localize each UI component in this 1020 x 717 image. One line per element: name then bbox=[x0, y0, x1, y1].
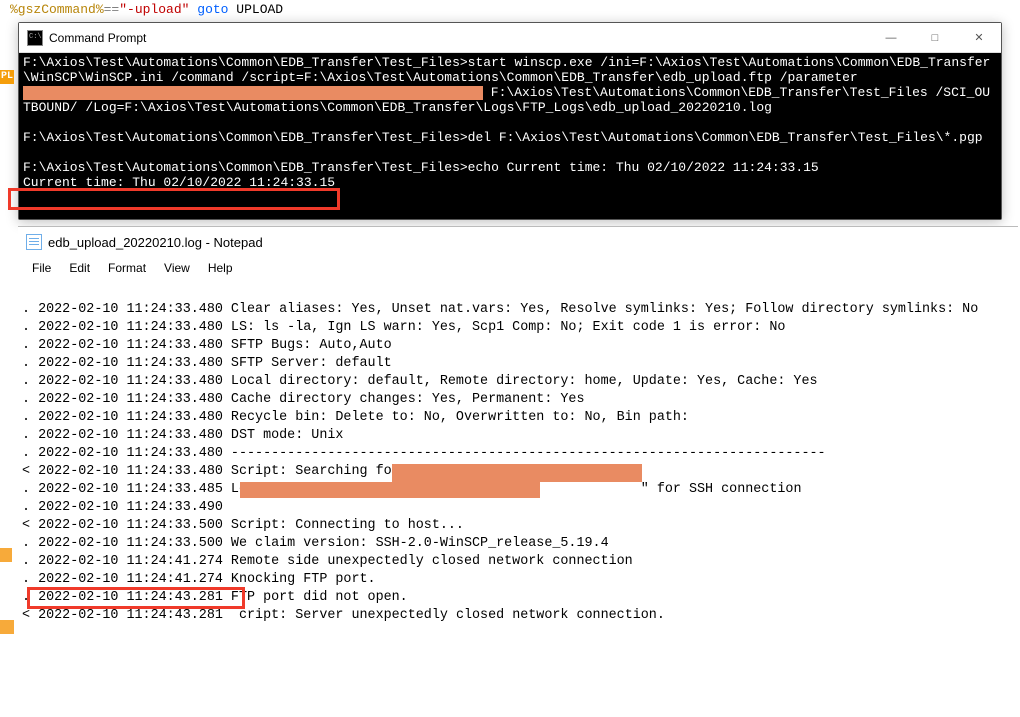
highlight-box-timestamp bbox=[27, 587, 245, 609]
redacted-host bbox=[392, 464, 642, 482]
log-line: . 2022-02-10 11:24:33.500 We claim versi… bbox=[22, 535, 1014, 553]
command-prompt-titlebar[interactable]: Command Prompt — □ ✕ bbox=[19, 23, 1001, 53]
log-line: . 2022-02-10 11:24:33.480 Recycle bin: D… bbox=[22, 409, 1014, 427]
cmd-line-1a: F:\Axios\Test\Automations\Common\EDB_Tra… bbox=[23, 55, 990, 85]
log-text: cript: Server unexpectedly closed networ… bbox=[239, 608, 665, 623]
cmd-line-2: F:\Axios\Test\Automations\Common\EDB_Tra… bbox=[23, 130, 983, 145]
menu-file[interactable]: File bbox=[24, 259, 59, 277]
command-prompt-window: Command Prompt — □ ✕ F:\Axios\Test\Autom… bbox=[18, 22, 1002, 220]
command-prompt-title: Command Prompt bbox=[49, 31, 869, 45]
menu-format[interactable]: Format bbox=[100, 259, 154, 277]
log-line: . 2022-02-10 11:24:41.274 Remote side un… bbox=[22, 553, 1014, 571]
log-line: . 2022-02-10 11:24:33.480 DST mode: Unix bbox=[22, 427, 1014, 445]
log-line: . 2022-02-10 11:24:33.480 --------------… bbox=[22, 445, 1014, 463]
line-marker-pl: PL bbox=[0, 70, 14, 84]
log-line: . 2022-02-10 11:24:33.490 bbox=[22, 499, 1014, 517]
maximize-button[interactable]: □ bbox=[913, 23, 957, 53]
notepad-titlebar[interactable]: edb_upload_20220210.log - Notepad bbox=[18, 227, 1018, 257]
cmd-line-4: Current time: Thu 02/10/2022 11:24:33.15 bbox=[23, 175, 335, 190]
notepad-window: edb_upload_20220210.log - Notepad File E… bbox=[18, 226, 1018, 717]
command-prompt-body[interactable]: F:\Axios\Test\Automations\Common\EDB_Tra… bbox=[19, 53, 1001, 219]
log-line: < 2022-02-10 11:24:33.500 Script: Connec… bbox=[22, 517, 1014, 535]
line-marker-w bbox=[0, 548, 12, 562]
menu-help[interactable]: Help bbox=[200, 259, 241, 277]
notepad-title: edb_upload_20220210.log - Notepad bbox=[48, 235, 263, 250]
line-marker-e bbox=[0, 620, 14, 634]
log-line: < 2022-02-10 11:24:43.281 cript: Server … bbox=[22, 607, 1014, 625]
log-line: . 2022-02-10 11:24:33.480 Cache director… bbox=[22, 391, 1014, 409]
notepad-icon bbox=[26, 234, 42, 250]
notepad-menu: File Edit Format View Help bbox=[18, 257, 1018, 281]
background-code: %gszCommand%=="-upload" goto UPLOAD bbox=[0, 0, 293, 19]
log-line: . 2022-02-10 11:24:33.480 Clear aliases:… bbox=[22, 301, 1014, 319]
command-prompt-icon bbox=[27, 30, 43, 46]
cmd-line-3: F:\Axios\Test\Automations\Common\EDB_Tra… bbox=[23, 160, 819, 175]
log-line: . 2022-02-10 11:24:33.480 LS: ls -la, Ig… bbox=[22, 319, 1014, 337]
notepad-body[interactable]: . 2022-02-10 11:24:33.480 Clear aliases:… bbox=[18, 281, 1018, 717]
menu-view[interactable]: View bbox=[156, 259, 198, 277]
minimize-button[interactable]: — bbox=[869, 23, 913, 53]
close-button[interactable]: ✕ bbox=[957, 23, 1001, 53]
log-text: " for SSH connection bbox=[641, 482, 802, 497]
menu-edit[interactable]: Edit bbox=[61, 259, 98, 277]
log-text: < 2022-02-10 11:24:43.281 bbox=[22, 608, 231, 623]
log-line: . 2022-02-10 11:24:33.480 Local director… bbox=[22, 373, 1014, 391]
log-line: . 2022-02-10 11:24:33.480 SFTP Server: d… bbox=[22, 355, 1014, 373]
redacted-line bbox=[240, 482, 540, 498]
log-line: . 2022-02-10 11:24:33.480 SFTP Bugs: Aut… bbox=[22, 337, 1014, 355]
redacted-parameter bbox=[23, 86, 483, 100]
